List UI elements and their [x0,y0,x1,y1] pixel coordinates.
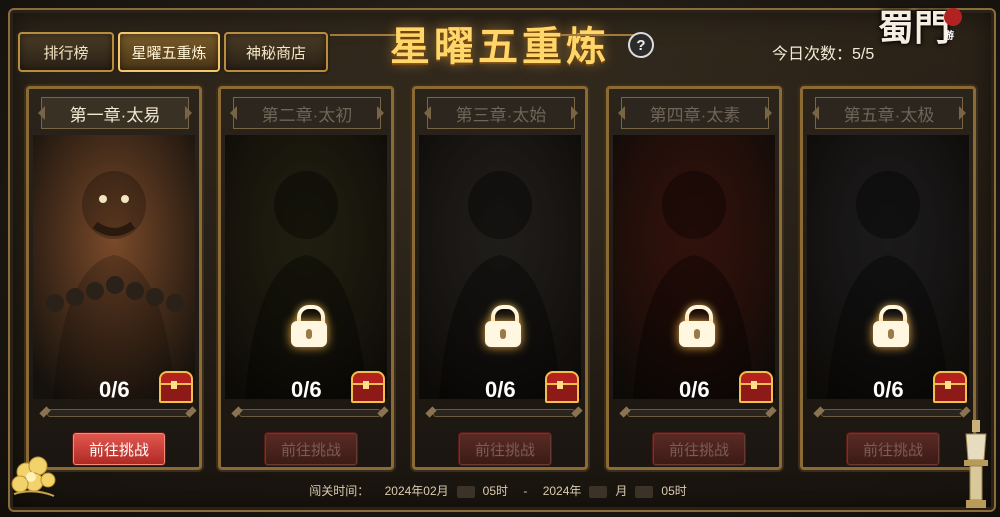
flower-ornament-icon [11,456,56,497]
progress-bar [433,409,575,417]
chapter-card[interactable]: 第三章·太始 0/6 前往挑战 [412,86,588,470]
logo-text: 蜀門 [878,7,951,49]
tab-ranking[interactable]: 排行榜 [18,32,114,72]
lock-icon [289,305,329,347]
lantern-ornament-icon [964,420,988,508]
progress-bar [627,409,769,417]
boss-portrait [807,135,969,399]
chapter-title: 第三章·太始 [424,97,578,129]
daily-attempts: 今日次数：5/5 [772,46,875,63]
progress-bar [47,409,189,417]
chapter-card[interactable]: 第一章·太易 0/6 前往挑战 [26,86,202,470]
challenge-button[interactable]: 前往挑战 [265,433,357,465]
time-end: 2024年月 05时 [542,484,687,498]
top-bar: 排行榜 星曜五重炼 神秘商店 星曜五重炼 ? 今日次数：5/5 蜀門 手游 [0,0,1000,80]
chapter-progress: 0/6 [873,377,904,402]
tab-star-trial[interactable]: 星曜五重炼 [118,32,220,72]
lock-icon [483,305,523,347]
chapter-title: 第一章·太易 [38,97,192,129]
boss-portrait-image [33,135,195,399]
boss-portrait [419,135,581,399]
treasure-chest-icon[interactable] [931,371,967,403]
time-start: 2024年02月 05时 [384,484,508,498]
boss-portrait-image [419,135,581,399]
challenge-button[interactable]: 前往挑战 [73,433,165,465]
treasure-chest-icon[interactable] [543,371,579,403]
logo-seal: 手游 [944,0,962,42]
redacted-date [456,485,475,498]
lock-icon [677,305,717,347]
time-separator: - [523,484,528,498]
tab-mystery-shop[interactable]: 神秘商店 [224,32,328,72]
challenge-time: 闯关时间： 2024年02月 05时 - 2024年月 05时 [0,482,1000,499]
treasure-chest-icon[interactable] [737,371,773,403]
chapter-progress: 0/6 [291,377,322,402]
treasure-chest-icon[interactable] [157,371,193,403]
chapter-title: 第四章·太素 [618,97,772,129]
question-icon[interactable]: ? [628,32,654,58]
time-label: 闯关时间： [309,484,370,498]
boss-portrait [613,135,775,399]
chapter-progress: 0/6 [679,377,710,402]
chapter-card[interactable]: 第二章·太初 0/6 前往挑战 [218,86,394,470]
challenge-button[interactable]: 前往挑战 [653,433,745,465]
treasure-chest-icon[interactable] [349,371,385,403]
redacted-month [589,485,608,498]
progress-bar [239,409,381,417]
boss-portrait [33,135,195,399]
chapter-title: 第五章·太极 [812,97,966,129]
challenge-button[interactable]: 前往挑战 [459,433,551,465]
chapter-card[interactable]: 第五章·太极 0/6 前往挑战 [800,86,976,470]
chapter-card[interactable]: 第四章·太素 0/6 前往挑战 [606,86,782,470]
redacted-day [635,485,654,498]
progress-bar [821,409,963,417]
chapter-progress: 0/6 [99,377,130,402]
boss-portrait [225,135,387,399]
boss-portrait-image [613,135,775,399]
game-logo: 蜀門 手游 [878,0,988,88]
boss-portrait-image [807,135,969,399]
chapter-title: 第二章·太初 [230,97,384,129]
challenge-button[interactable]: 前往挑战 [847,433,939,465]
chapter-progress: 0/6 [485,377,516,402]
lock-icon [871,305,911,347]
boss-portrait-image [225,135,387,399]
